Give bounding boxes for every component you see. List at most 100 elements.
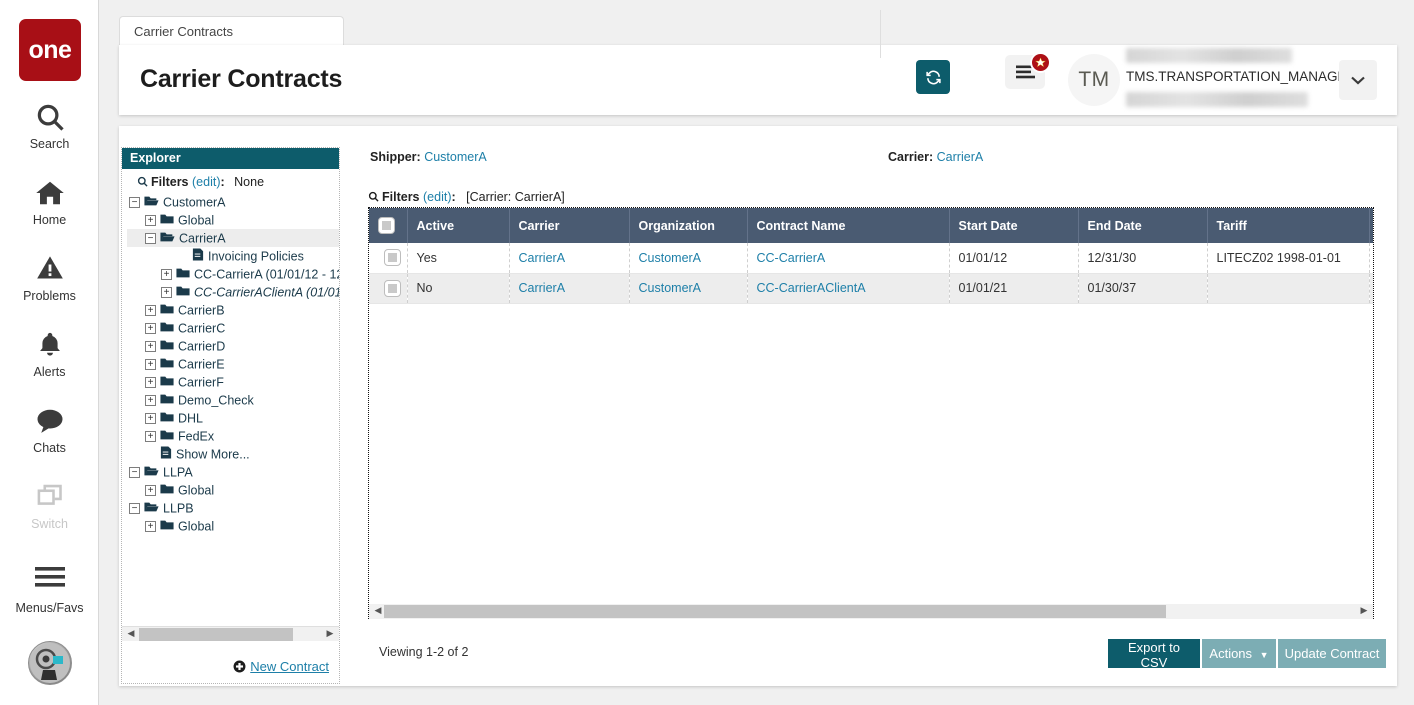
chat-bubble-icon — [0, 406, 99, 440]
column-header-contract-name[interactable]: Contract Name — [747, 208, 949, 243]
tree-node[interactable]: +CarrierE — [127, 355, 339, 373]
rail-item-search[interactable]: Search — [0, 102, 99, 151]
tree-toggle-minus-icon[interactable]: − — [129, 467, 140, 478]
explorer-scroll-left-arrow[interactable]: ◀ — [124, 628, 138, 639]
grid-scroll-thumb[interactable] — [384, 605, 1166, 618]
tree-toggle-plus-icon[interactable]: + — [161, 287, 172, 298]
tree-toggle-none-icon[interactable] — [145, 449, 156, 460]
tree-toggle-plus-icon[interactable]: + — [145, 431, 156, 442]
select-all-checkbox[interactable] — [378, 217, 395, 234]
tree-toggle-minus-icon[interactable]: − — [145, 233, 156, 244]
cell-link[interactable]: CustomerA — [639, 251, 702, 265]
cell-organization[interactable]: CustomerA — [629, 243, 747, 273]
carrier-value[interactable]: CarrierA — [937, 150, 984, 164]
tree-node[interactable]: −CarrierA — [127, 229, 339, 247]
table-row[interactable]: YesCarrierACustomerACC-CarrierA01/01/121… — [369, 243, 1374, 273]
tree-node[interactable]: +FedEx — [127, 427, 339, 445]
new-contract-link[interactable]: New Contract — [233, 659, 329, 674]
export-to-csv-button[interactable]: Export to CSV — [1108, 639, 1200, 668]
grid-horizontal-scrollbar[interactable]: ◀ ▶ — [369, 604, 1373, 619]
column-header-start-date[interactable]: Start Date — [949, 208, 1078, 243]
shipper-value[interactable]: CustomerA — [424, 150, 487, 164]
explorer-scroll-thumb[interactable] — [139, 628, 293, 641]
tree-toggle-plus-icon[interactable]: + — [145, 521, 156, 532]
rail-item-problems[interactable]: Problems — [0, 254, 99, 303]
menus-badge[interactable] — [1030, 52, 1051, 73]
column-header-di[interactable]: Di — [1369, 208, 1374, 243]
tab-carrier-contracts[interactable]: Carrier Contracts — [119, 16, 344, 47]
avatar[interactable]: TM — [1068, 54, 1120, 106]
grid-scroll-right-arrow[interactable]: ▶ — [1357, 605, 1371, 616]
rail-item-label: Home — [0, 213, 99, 227]
cell-link[interactable]: CC-CarrierA — [757, 251, 826, 265]
column-header-end-date[interactable]: End Date — [1078, 208, 1207, 243]
rail-item-alerts[interactable]: Alerts — [0, 330, 99, 379]
tree-toggle-none-icon[interactable] — [177, 251, 188, 262]
rail-item-chats[interactable]: Chats — [0, 406, 99, 455]
column-header-tariff[interactable]: Tariff — [1207, 208, 1369, 243]
tree-node[interactable]: Invoicing Policies — [127, 247, 339, 265]
tree-node[interactable]: −LLPB — [127, 499, 339, 517]
tree-toggle-plus-icon[interactable]: + — [161, 269, 172, 280]
tree-node[interactable]: +Global — [127, 211, 339, 229]
tree-node[interactable]: Show More... — [127, 445, 339, 463]
cell-link[interactable]: CarrierA — [519, 281, 566, 295]
explorer-filters-colon: : — [220, 175, 224, 189]
tree-node[interactable]: +Demo_Check — [127, 391, 339, 409]
update-contract-button[interactable]: Update Contract — [1278, 639, 1386, 668]
tree-node[interactable]: +CarrierC — [127, 319, 339, 337]
tree-toggle-plus-icon[interactable]: + — [145, 305, 156, 316]
tree-node[interactable]: +CarrierB — [127, 301, 339, 319]
tree-node-label: Global — [178, 520, 214, 534]
tree-node[interactable]: +CC-CarrierAClientA (01/01/21 - 01/30/37… — [127, 283, 339, 301]
rail-item-home[interactable]: Home — [0, 178, 99, 227]
explorer-scroll-right-arrow[interactable]: ▶ — [323, 628, 337, 639]
user-info-redacted-bottom — [1126, 92, 1308, 107]
cell-carrier[interactable]: CarrierA — [509, 273, 629, 303]
row-checkbox[interactable] — [384, 280, 401, 297]
explorer-horizontal-scrollbar[interactable]: ◀ ▶ — [122, 626, 339, 641]
column-header-active[interactable]: Active — [407, 208, 509, 243]
tree-toggle-plus-icon[interactable]: + — [145, 395, 156, 406]
tree-toggle-plus-icon[interactable]: + — [145, 413, 156, 424]
tree-toggle-plus-icon[interactable]: + — [145, 341, 156, 352]
grid-filters-edit-link[interactable]: (edit) — [423, 190, 451, 204]
column-header-organization[interactable]: Organization — [629, 208, 747, 243]
row-checkbox[interactable] — [384, 249, 401, 266]
user-menu-toggle[interactable] — [1339, 60, 1377, 100]
cell-carrier[interactable]: CarrierA — [509, 243, 629, 273]
actions-button[interactable]: Actions ▼ — [1202, 639, 1276, 668]
user-avatar-image[interactable] — [28, 641, 72, 685]
tree-node[interactable]: +CarrierF — [127, 373, 339, 391]
folder-icon — [160, 392, 174, 410]
cell-link[interactable]: CarrierA — [519, 251, 566, 265]
table-row[interactable]: NoCarrierACustomerACC-CarrierAClientA01/… — [369, 273, 1374, 303]
tree-node[interactable]: +CC-CarrierA (01/01/12 - 12/31/30) — [127, 265, 339, 283]
tree-toggle-minus-icon[interactable]: − — [129, 503, 140, 514]
rail-item-switch[interactable]: Switch — [0, 482, 99, 531]
one-logo[interactable]: one — [19, 19, 81, 81]
refresh-button[interactable] — [916, 60, 950, 94]
tree-node[interactable]: −CustomerA — [127, 193, 339, 211]
cell-link[interactable]: CC-CarrierAClientA — [757, 281, 866, 295]
tree-toggle-plus-icon[interactable]: + — [145, 359, 156, 370]
tree-node[interactable]: +CarrierD — [127, 337, 339, 355]
tree-toggle-minus-icon[interactable]: − — [129, 197, 140, 208]
tree-node[interactable]: + Global — [127, 517, 339, 535]
tree-toggle-plus-icon[interactable]: + — [145, 377, 156, 388]
tree-node[interactable]: +DHL — [127, 409, 339, 427]
cell-contract-name[interactable]: CC-CarrierA — [747, 243, 949, 273]
rail-item-menus-favs[interactable]: Menus/Favs — [0, 566, 99, 615]
tree-toggle-plus-icon[interactable]: + — [145, 485, 156, 496]
tree-node[interactable]: −LLPA — [127, 463, 339, 481]
grid-scroll-left-arrow[interactable]: ◀ — [371, 605, 385, 616]
cell-organization[interactable]: CustomerA — [629, 273, 747, 303]
tree-node[interactable]: +Global — [127, 481, 339, 499]
tab-strip: Carrier Contracts — [119, 16, 344, 47]
cell-link[interactable]: CustomerA — [639, 281, 702, 295]
cell-contract-name[interactable]: CC-CarrierAClientA — [747, 273, 949, 303]
tree-toggle-plus-icon[interactable]: + — [145, 323, 156, 334]
tree-toggle-plus-icon[interactable]: + — [145, 215, 156, 226]
column-header-carrier[interactable]: Carrier — [509, 208, 629, 243]
explorer-filters-edit-link[interactable]: (edit) — [192, 175, 220, 189]
